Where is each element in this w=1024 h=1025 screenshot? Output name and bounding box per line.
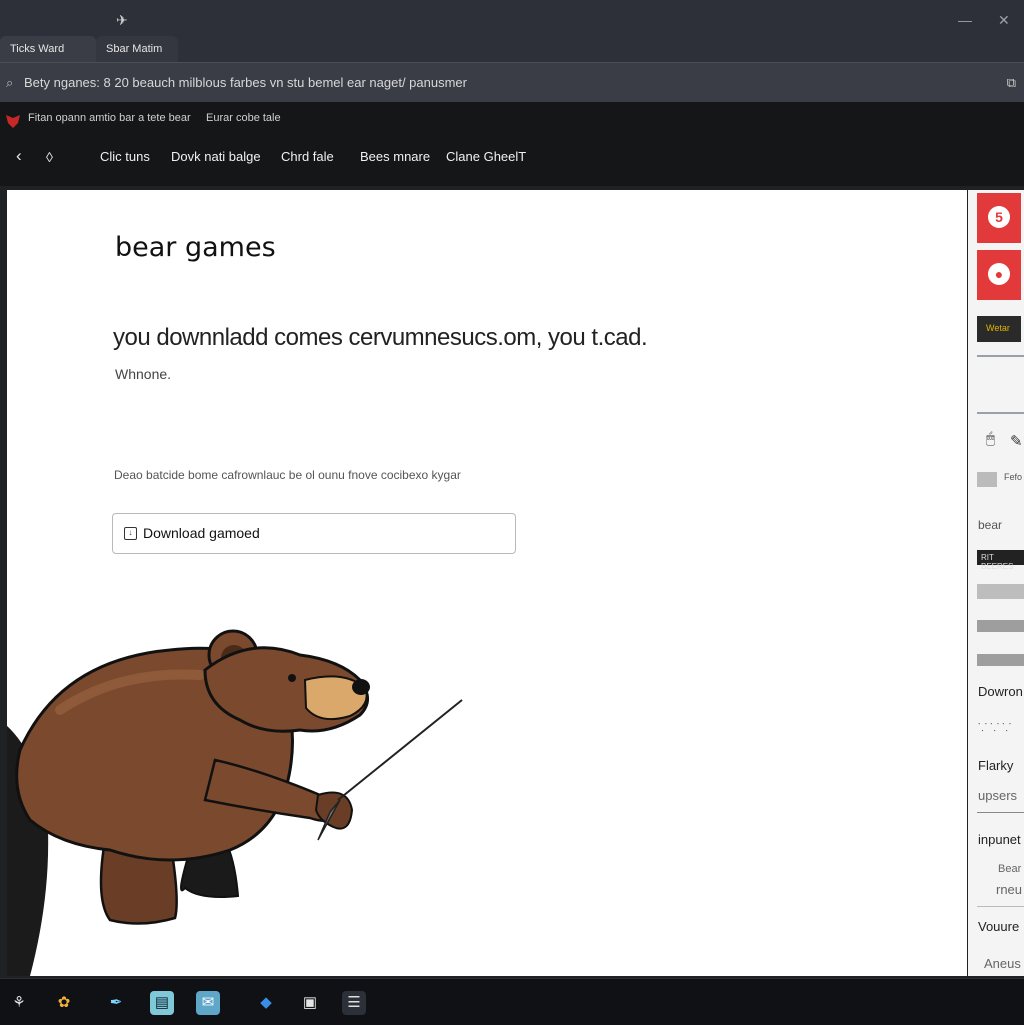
sidebar-text-8[interactable]: Aneus: [984, 956, 1021, 971]
extension-icon[interactable]: ⧉: [1007, 75, 1016, 91]
store-icon[interactable]: ◆: [254, 991, 278, 1015]
sidebar-dark-label: Wetar: [986, 323, 1010, 333]
address-text[interactable]: Bety nganes: 8 20 beauch milblous farbes…: [24, 75, 467, 90]
sidebar-thumb-4[interactable]: [977, 654, 1024, 666]
files-icon[interactable]: ▣: [298, 991, 322, 1015]
sidebar-divider-4: [977, 906, 1024, 907]
bear-illustration: [7, 629, 463, 976]
nav-small-link-1[interactable]: Fitan opann amtio bar a tete bear: [28, 112, 191, 124]
mouse-icon[interactable]: 🖱: [986, 430, 995, 447]
download-button-label: Download gamoed: [143, 525, 260, 541]
pen-icon[interactable]: ✎: [1010, 432, 1023, 450]
sidebar-divider-2: [977, 412, 1024, 414]
sidebar-divider-1: [977, 355, 1024, 357]
sidebar-dark-card[interactable]: Wetar: [977, 316, 1021, 342]
sidebar-card-2[interactable]: ●: [977, 250, 1021, 300]
tab-2[interactable]: Sbar Matim: [96, 36, 178, 62]
sidebar-strip[interactable]: RIT BEERES: [977, 550, 1024, 571]
sidebar-thumb-1[interactable]: [977, 472, 997, 487]
nav-link-1[interactable]: Clic tuns: [100, 149, 150, 164]
tab-bar: Ticks Ward Sbar Matim ✈ — ✕: [0, 0, 1024, 62]
download-button[interactable]: ↓ Download gamoed: [112, 513, 516, 554]
sidebar-divider-3: [977, 812, 1024, 813]
back-icon[interactable]: ‹: [16, 146, 22, 166]
brand-logo-icon[interactable]: [4, 112, 22, 130]
sidebar-strip-label: RIT BEERES: [981, 553, 1014, 571]
tab-1[interactable]: Ticks Ward: [0, 36, 96, 62]
sidebar-dots: ⸪ ⸪ ⸪: [978, 722, 1012, 734]
page-title: bear games: [115, 232, 276, 263]
search-icon: ⌕: [6, 75, 14, 90]
start-icon[interactable]: ⚘: [7, 991, 31, 1015]
sidebar-text-1[interactable]: Dowron: [978, 684, 1023, 699]
nav-link-3[interactable]: Chrd fale: [281, 149, 334, 164]
mail-icon[interactable]: ✉: [196, 991, 220, 1015]
sidebar-text-6[interactable]: rneu: [996, 882, 1022, 897]
address-bar[interactable]: ⌕ Bety nganes: 8 20 beauch milblous farb…: [0, 62, 1024, 103]
sidebar-thumb-2[interactable]: [977, 584, 1024, 599]
messages-icon[interactable]: ▤: [150, 991, 174, 1015]
sidebar-text-3[interactable]: upsers: [978, 788, 1017, 803]
nav-link-4[interactable]: Bees mnare: [360, 149, 430, 164]
sidebar-text-7[interactable]: Vouure: [978, 919, 1019, 934]
sidebar-text-4[interactable]: inpunet: [978, 832, 1021, 847]
user-icon: ●: [988, 263, 1010, 285]
main-content: bear games you downnladd comes cervumnes…: [7, 190, 967, 976]
sidebar-item-b[interactable]: bear: [978, 518, 1002, 532]
sidebar-card-1[interactable]: 5: [977, 193, 1021, 243]
photos-icon[interactable]: ✿: [52, 991, 76, 1015]
lead-text: you downnladd comes cervumnesucs.om, you…: [113, 324, 648, 351]
pen-tool-icon[interactable]: ✒: [104, 991, 128, 1015]
sidebar-text-5[interactable]: Bear: [998, 863, 1021, 875]
sidebar-item-a[interactable]: Fefo: [1004, 472, 1022, 482]
nav-link-2[interactable]: Dovk nati balge: [171, 149, 261, 164]
browser-icon[interactable]: ☰: [342, 991, 366, 1015]
sidebar-card-badge: 5: [988, 206, 1010, 228]
refresh-icon[interactable]: ◊: [46, 149, 53, 165]
description-text: Deao batcide bome cafrownlauc be ol ounu…: [114, 468, 461, 482]
sidebar-thumb-3[interactable]: [977, 620, 1024, 632]
sub-text: Whnone.: [115, 366, 172, 382]
taskbar: ⚘ ✿ ✒ ▤ ✉ ◆ ▣ ☰: [0, 978, 1024, 1025]
minimize-icon[interactable]: —: [958, 12, 972, 28]
close-window-icon[interactable]: ✕: [998, 12, 1010, 29]
download-icon: ↓: [124, 527, 137, 540]
sidebar-text-2[interactable]: Flarky: [978, 758, 1013, 773]
nav-link-5[interactable]: Clane GheelT: [446, 149, 526, 164]
new-tab-icon[interactable]: ✈: [116, 12, 128, 29]
nav-small-link-2[interactable]: Eurar cobe tale: [206, 112, 281, 124]
right-sidebar: 5 ● Wetar 🖱 ✎ Fefo bear RIT BEERES Dowro…: [968, 190, 1024, 976]
